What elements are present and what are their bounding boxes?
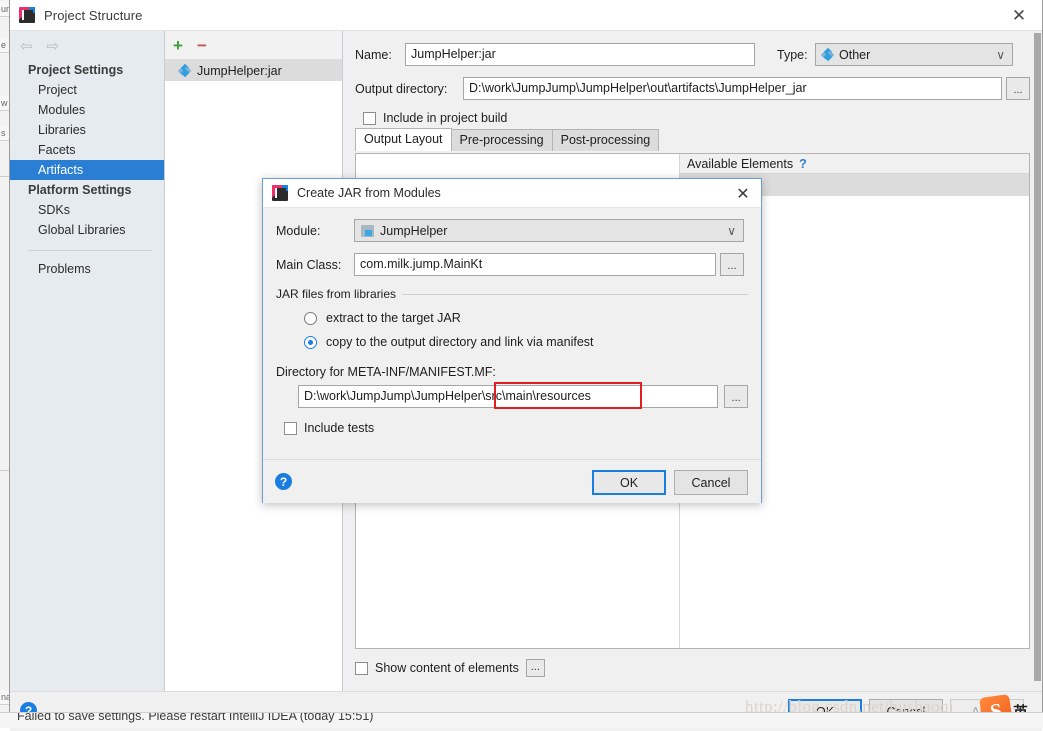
scrollbar-thumb[interactable]	[1034, 33, 1041, 681]
radio-button-icon[interactable]	[304, 312, 317, 325]
sidebar-item-modules[interactable]: Modules	[10, 100, 164, 120]
module-label: Module:	[276, 224, 354, 238]
dialog-title: Create JAR from Modules	[297, 186, 441, 200]
main-class-row: Main Class: com.milk.jump.MainKt ...	[276, 253, 748, 276]
type-diamond-icon	[822, 49, 833, 60]
name-input[interactable]: JumpHelper:jar	[405, 43, 755, 66]
dialog-buttons: OK Cancel	[592, 470, 748, 495]
show-content-browse-button[interactable]: ...	[526, 659, 545, 677]
show-content-label: Show content of elements	[375, 661, 519, 675]
cancel-button[interactable]: Cancel	[674, 470, 748, 495]
tab-post-processing[interactable]: Post-processing	[552, 129, 660, 151]
list-item[interactable]: JumpHelper:jar	[165, 60, 342, 81]
sidebar-item-facets[interactable]: Facets	[10, 140, 164, 160]
type-label: Type:	[777, 48, 815, 62]
ide-statusbar: Failed to save settings. Please restart …	[0, 712, 1043, 728]
dialog-titlebar: Create JAR from Modules ✕	[263, 179, 761, 208]
radio-label: extract to the target JAR	[326, 311, 461, 325]
tab-output-layout[interactable]: Output Layout	[355, 128, 452, 151]
type-select[interactable]: Other ∨	[815, 43, 1013, 66]
output-directory-label: Output directory:	[355, 82, 463, 96]
radio-label: copy to the output directory and link vi…	[326, 335, 594, 349]
main-class-browse-button[interactable]: ...	[720, 253, 744, 276]
sidebar-item-project[interactable]: Project	[10, 80, 164, 100]
jar-files-group: JAR files from libraries extract to the …	[276, 287, 748, 349]
output-directory-input[interactable]: D:\work\JumpJump\JumpHelper\out\artifact…	[463, 77, 1002, 100]
show-content-row[interactable]: Show content of elements ...	[355, 659, 545, 677]
chevron-down-icon: ∨	[996, 48, 1005, 62]
sidebar-group-platform-settings: Platform Settings	[10, 180, 164, 200]
sidebar-divider	[28, 250, 152, 251]
forward-arrow-icon[interactable]: ⇨	[47, 37, 60, 55]
main-class-input[interactable]: com.milk.jump.MainKt	[354, 253, 716, 276]
window-titlebar: Project Structure ✕	[10, 0, 1042, 31]
chevron-down-icon: ∨	[727, 224, 736, 238]
module-folder-icon	[361, 225, 374, 237]
sidebar-item-libraries[interactable]: Libraries	[10, 120, 164, 140]
manifest-directory-label: Directory for META-INF/MANIFEST.MF:	[276, 365, 748, 379]
statusbar-message: Failed to save settings. Please restart …	[17, 712, 373, 723]
intellij-idea-logo-icon	[19, 7, 35, 23]
vertical-scrollbar[interactable]	[1033, 31, 1042, 691]
intellij-idea-logo-icon	[272, 185, 288, 201]
dialog-content: Module: JumpHelper ∨ Main Class: com.mil…	[263, 208, 761, 503]
window-close-icon[interactable]: ✕	[996, 0, 1042, 31]
settings-sidebar: ⇦ ⇨ Project Settings Project Modules Lib…	[10, 31, 165, 691]
dialog-close-icon[interactable]: ✕	[729, 182, 757, 205]
sidebar-item-sdks[interactable]: SDKs	[10, 200, 164, 220]
artifact-diamond-icon	[179, 65, 190, 76]
name-label: Name:	[355, 48, 405, 62]
available-elements-header: Available Elements ?	[680, 154, 1029, 174]
type-value: Other	[839, 48, 870, 62]
ok-button[interactable]: OK	[592, 470, 666, 495]
radio-button-icon[interactable]	[304, 336, 317, 349]
dialog-footer: ? OK Cancel	[263, 459, 761, 503]
available-elements-help-icon[interactable]: ?	[799, 157, 807, 171]
radio-copy-to-output-directory[interactable]: copy to the output directory and link vi…	[304, 335, 748, 349]
sidebar-group-project-settings: Project Settings	[10, 60, 164, 80]
create-jar-from-modules-dialog: Create JAR from Modules ✕ Module: JumpHe…	[262, 178, 762, 503]
artifact-label: JumpHelper:jar	[197, 64, 282, 78]
include-in-build-label: Include in project build	[383, 111, 507, 125]
output-directory-browse-button[interactable]: ...	[1006, 77, 1030, 100]
sidebar-item-global-libraries[interactable]: Global Libraries	[10, 220, 164, 240]
available-elements-label: Available Elements	[687, 157, 793, 171]
help-icon[interactable]: ?	[275, 473, 292, 490]
manifest-directory-row: D:\work\JumpJump\JumpHelper\src\main\res…	[276, 385, 748, 408]
jar-files-group-title: JAR files from libraries	[276, 287, 402, 301]
main-class-label: Main Class:	[276, 258, 354, 272]
add-artifact-icon[interactable]: +	[173, 37, 183, 54]
include-in-build-row[interactable]: Include in project build	[363, 111, 1030, 125]
show-content-checkbox[interactable]	[355, 662, 368, 675]
detail-tabs: Output Layout Pre-processing Post-proces…	[355, 128, 1030, 151]
manifest-directory-browse-button[interactable]: ...	[724, 385, 748, 408]
include-tests-checkbox[interactable]	[284, 422, 297, 435]
module-select[interactable]: JumpHelper ∨	[354, 219, 744, 242]
sidebar-item-problems[interactable]: Problems	[10, 259, 164, 279]
module-row: Module: JumpHelper ∨	[276, 219, 748, 242]
name-row: Name: JumpHelper:jar Type: Other ∨	[355, 43, 1030, 66]
output-directory-row: Output directory: D:\work\JumpJump\JumpH…	[355, 77, 1030, 100]
artifacts-toolbar: + −	[165, 31, 342, 60]
include-in-build-checkbox[interactable]	[363, 112, 376, 125]
include-tests-label: Include tests	[304, 421, 374, 435]
module-value: JumpHelper	[380, 224, 447, 238]
include-tests-row[interactable]: Include tests	[284, 421, 748, 435]
remove-artifact-icon[interactable]: −	[197, 37, 207, 54]
window-title: Project Structure	[44, 8, 143, 23]
radio-extract-to-target-jar[interactable]: extract to the target JAR	[304, 311, 748, 325]
sidebar-nav-row: ⇦ ⇨	[10, 31, 164, 60]
back-arrow-icon[interactable]: ⇦	[20, 37, 33, 55]
tab-pre-processing[interactable]: Pre-processing	[451, 129, 553, 151]
manifest-directory-input[interactable]: D:\work\JumpJump\JumpHelper\src\main\res…	[298, 385, 718, 408]
sidebar-item-artifacts[interactable]: Artifacts	[10, 160, 164, 180]
